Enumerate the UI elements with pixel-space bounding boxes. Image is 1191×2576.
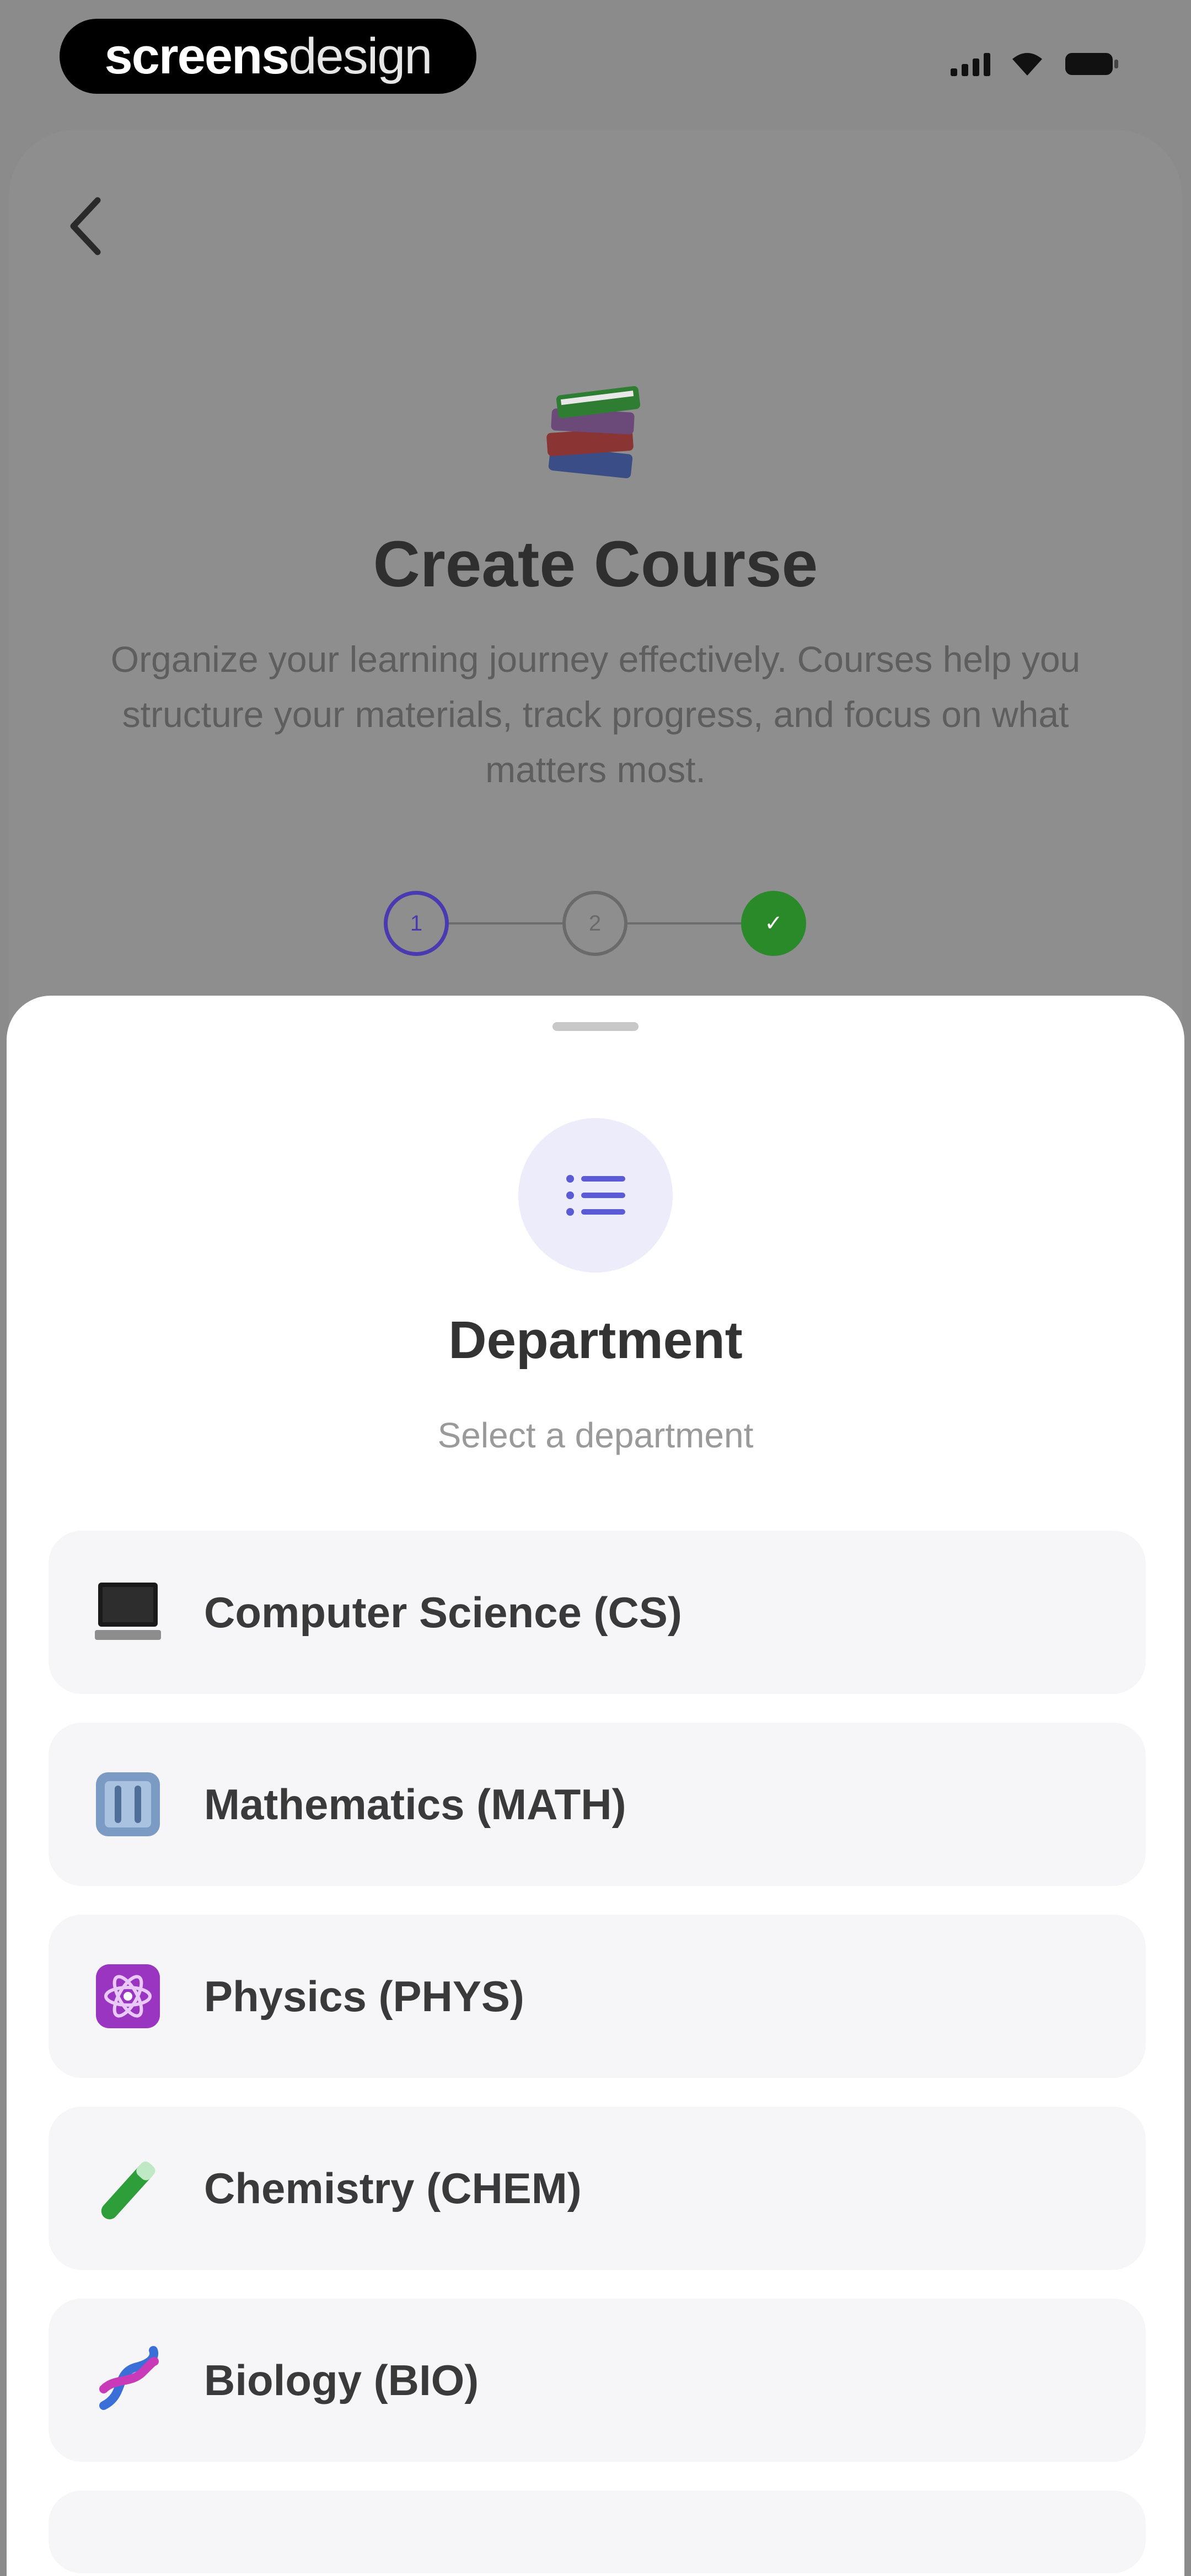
- department-option-math[interactable]: Mathematics (MATH): [49, 1723, 1146, 1886]
- step-connector: [627, 922, 741, 924]
- chevron-left-icon: [70, 197, 101, 255]
- computer-icon: [93, 1577, 163, 1648]
- screen: screens design Create Course Organize yo…: [0, 0, 1191, 2576]
- department-sheet: Department Select a department Computer …: [7, 996, 1184, 2576]
- dna-icon: [93, 2345, 163, 2415]
- sheet-header-icon: [518, 1118, 673, 1273]
- page-description: Organize your learning journey effective…: [110, 639, 1081, 790]
- back-button[interactable]: [58, 188, 111, 265]
- page-title: Create Course: [373, 528, 818, 601]
- department-list: Computer Science (CS) Mathematics (MATH): [49, 1531, 1146, 2576]
- department-label: Biology (BIO): [204, 2355, 479, 2404]
- brand-badge: screens design: [60, 19, 476, 94]
- signal-icon: [951, 52, 990, 76]
- progress-stepper: 1 2 ✓: [0, 891, 1191, 968]
- department-option-bio[interactable]: Biology (BIO): [49, 2299, 1146, 2462]
- sheet-grabber[interactable]: [552, 1022, 639, 1031]
- atom-icon: [93, 1961, 163, 2032]
- step-connector: [449, 922, 562, 924]
- wifi-icon: [1010, 51, 1044, 77]
- books-icon: [535, 375, 656, 485]
- status-bar: screens design: [0, 0, 1191, 110]
- department-label: Mathematics (MATH): [204, 1779, 626, 1829]
- battery-icon: [1064, 51, 1119, 77]
- department-option-cs[interactable]: Computer Science (CS): [49, 1531, 1146, 1694]
- department-label: Chemistry (CHEM): [204, 2163, 582, 2212]
- status-icons: [951, 51, 1119, 77]
- step-2-indicator: 2: [562, 891, 627, 956]
- brand-bold-text: screens: [104, 28, 290, 84]
- department-option-partial[interactable]: [49, 2491, 1146, 2573]
- department-label: Computer Science (CS): [204, 1588, 682, 1637]
- brand-light-text: design: [288, 28, 432, 84]
- step-3-indicator: ✓: [741, 891, 806, 956]
- list-icon: [566, 1175, 625, 1216]
- step-1-indicator: 1: [384, 891, 449, 956]
- sheet-subtitle: Select a department: [437, 1415, 754, 1455]
- abacus-icon: [93, 1769, 163, 1840]
- department-option-chem[interactable]: Chemistry (CHEM): [49, 2107, 1146, 2270]
- test-tube-icon: [93, 2153, 163, 2224]
- department-option-phys[interactable]: Physics (PHYS): [49, 1915, 1146, 2078]
- department-label: Physics (PHYS): [204, 1971, 524, 2021]
- sheet-title: Department: [448, 1311, 743, 1370]
